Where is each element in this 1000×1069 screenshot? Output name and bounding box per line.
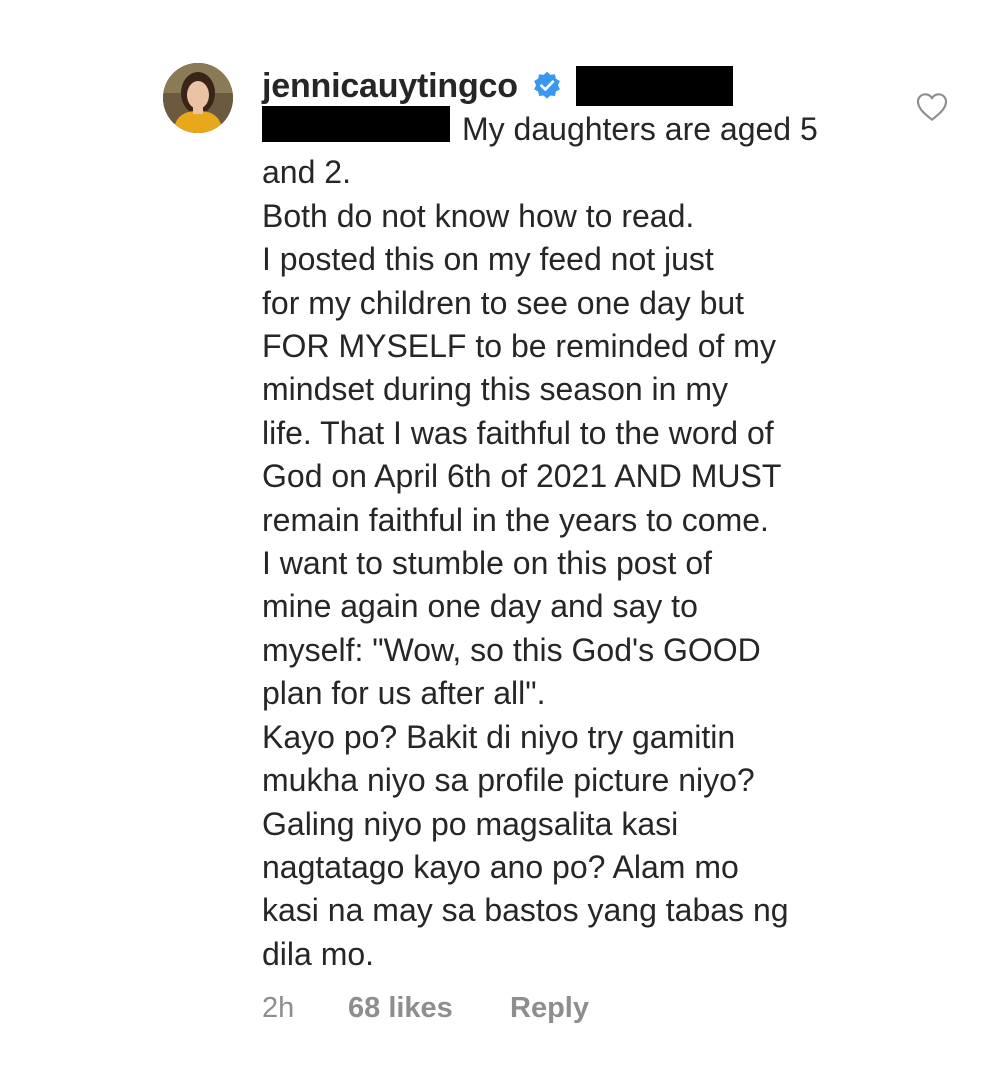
likes-count[interactable]: 68 likes [348, 992, 510, 1025]
comment-line: mine again one day and say to [262, 588, 698, 625]
verified-badge-icon [533, 71, 560, 99]
comment-line: My daughters are aged 5 [262, 106, 902, 151]
comment-line: Galing niyo po magsalita kasi [262, 805, 679, 842]
reply-button[interactable]: Reply [510, 992, 589, 1025]
comment-text: My daughters are aged 5 and 2. Both do n… [262, 106, 902, 976]
comment-line: Both do not know how to read. [262, 197, 695, 234]
avatar[interactable] [163, 63, 233, 133]
comment-line: remain faithful in the years to come. [262, 501, 769, 538]
profile-photo [163, 63, 233, 133]
comment-timestamp: 2h [262, 991, 295, 1024]
comment: jennicauytingco My daughters are aged 5 … [0, 0, 1000, 1069]
comment-line-text: My daughters are aged 5 [462, 111, 818, 147]
comment-line: plan for us after all". [262, 675, 546, 712]
comment-line: God on April 6th of 2021 AND MUST [262, 458, 782, 495]
comment-line: myself: "Wow, so this God's GOOD [262, 631, 761, 668]
comment-line: dila mo. [262, 935, 375, 972]
comment-line: Kayo po? Bakit di niyo try gamitin [262, 718, 736, 755]
comment-line: mindset during this season in my [262, 371, 728, 408]
comment-line: and 2. [262, 154, 351, 191]
comment-meta: 2h 68 likes Reply [262, 986, 902, 1030]
comment-line: life. That I was faithful to the word of [262, 414, 774, 451]
comment-header: jennicauytingco [262, 60, 902, 112]
heart-outline-icon[interactable] [916, 92, 948, 122]
comment-line: for my children to see one day but [262, 284, 745, 321]
comment-line: kasi na may sa bastos yang tabas ng [262, 892, 789, 929]
comment-line: nagtatago kayo ano po? Alam mo [262, 848, 739, 885]
username[interactable]: jennicauytingco [262, 67, 518, 106]
redacted-mention [575, 66, 733, 106]
comment-line: I want to stumble on this post of [262, 545, 713, 582]
comment-line: mukha niyo sa profile picture niyo? [262, 762, 755, 799]
comment-line: I posted this on my feed not just [262, 241, 714, 278]
comment-body: jennicauytingco My daughters are aged 5 … [262, 60, 902, 1030]
redacted-mention [262, 106, 450, 142]
comment-line: FOR MYSELF to be reminded of my [262, 328, 776, 365]
